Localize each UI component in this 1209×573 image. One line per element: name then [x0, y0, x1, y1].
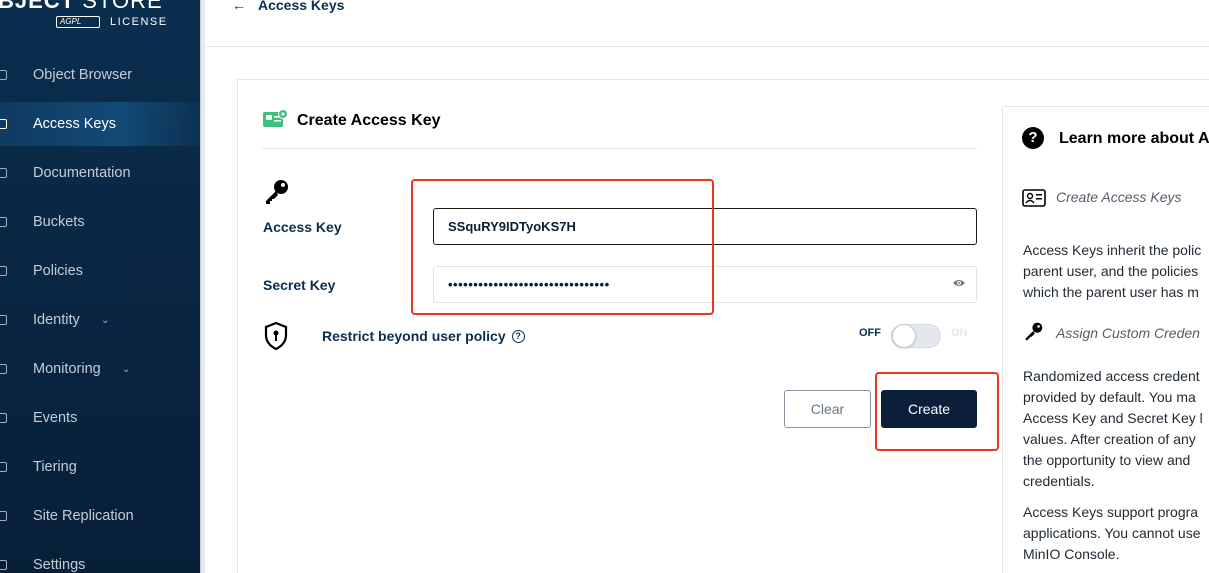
sidebar-item-label: Object Browser	[33, 67, 133, 83]
sidebar-item-identity[interactable]: Identity ⌄	[0, 298, 200, 342]
help-title: Learn more about A	[1059, 130, 1209, 147]
help-line: provided by default. You ma	[1023, 389, 1196, 405]
logo-text-thin: STORE	[82, 0, 163, 13]
sidebar-item-label: Policies	[33, 263, 83, 279]
help-paragraph-3: Access Keys support progra applications.…	[1023, 502, 1209, 565]
page-title: Create Access Key	[297, 112, 441, 129]
toggle-knob	[892, 324, 916, 348]
events-icon	[0, 410, 10, 426]
sidebar-divider	[200, 0, 205, 573]
chevron-down-icon: ⌄	[101, 314, 110, 326]
id-card-icon	[1022, 189, 1046, 207]
help-line: Access Key and Secret Key l	[1023, 410, 1203, 426]
object-browser-icon	[0, 67, 10, 83]
key-icon	[266, 180, 288, 204]
sidebar-item-site-replication[interactable]: Site Replication	[0, 494, 200, 538]
sidebar-item-label: Documentation	[33, 165, 131, 181]
create-button[interactable]: Create	[881, 390, 977, 428]
help-subheading-create: Create Access Keys	[1056, 189, 1182, 205]
arrow-left-icon: ←	[232, 0, 246, 13]
sidebar-item-label: Site Replication	[33, 508, 134, 524]
sidebar-item-documentation[interactable]: Documentation	[0, 151, 200, 195]
shield-icon	[264, 322, 288, 350]
buckets-icon	[0, 214, 10, 230]
sidebar-item-label: Identity	[33, 312, 80, 328]
sidebar: BJECT STORE AGPL LICENSE Object Browser …	[0, 0, 200, 573]
sidebar-item-events[interactable]: Events	[0, 396, 200, 440]
help-line: MinIO Console.	[1023, 546, 1120, 562]
sidebar-item-settings[interactable]: Settings	[0, 543, 200, 573]
help-line: parent user, and the policies	[1023, 263, 1199, 279]
sidebar-item-label: Settings	[33, 557, 86, 573]
back-link-label: Access Keys	[258, 0, 345, 13]
restrict-policy-text: Restrict beyond user policy	[322, 328, 506, 344]
access-key-label: Access Key	[263, 219, 342, 235]
site-replication-icon	[0, 508, 10, 524]
sidebar-item-label: Tiering	[33, 459, 77, 475]
toggle-on-label: ON	[951, 327, 968, 339]
help-line: which the parent user has m	[1023, 284, 1199, 300]
license-badge: AGPL	[56, 16, 100, 28]
tiering-icon	[0, 459, 10, 475]
toggle-off-label: OFF	[859, 327, 881, 339]
sidebar-item-policies[interactable]: Policies	[0, 249, 200, 293]
sidebar-item-label: Events	[33, 410, 78, 426]
key-icon	[1025, 322, 1043, 341]
help-paragraph-1: Access Keys inherit the polic parent use…	[1023, 240, 1209, 303]
sidebar-item-tiering[interactable]: Tiering	[0, 445, 200, 489]
help-line: Access Keys inherit the polic	[1023, 242, 1202, 258]
monitoring-icon	[0, 361, 10, 377]
sidebar-item-label: Access Keys	[33, 116, 116, 132]
help-line: applications. You cannot use	[1023, 525, 1201, 541]
secret-key-label: Secret Key	[263, 277, 336, 293]
help-line: Randomized access credent	[1023, 368, 1200, 384]
sidebar-item-buckets[interactable]: Buckets	[0, 200, 200, 244]
help-line: values. After creation of any	[1023, 431, 1196, 447]
question-circle-icon: ?	[1022, 127, 1044, 149]
form-title: Create Access Key	[262, 109, 441, 129]
logo: BJECT STORE AGPL LICENSE	[0, 0, 200, 38]
access-keys-icon	[0, 116, 10, 132]
chevron-down-icon: ⌄	[122, 363, 131, 375]
identity-icon	[0, 312, 10, 328]
license-label: LICENSE	[110, 16, 168, 28]
settings-icon	[0, 557, 10, 573]
logo-text: BJECT	[0, 0, 76, 13]
eye-icon[interactable]	[952, 278, 966, 288]
sidebar-item-monitoring[interactable]: Monitoring ⌄	[0, 347, 200, 391]
secret-key-input[interactable]	[433, 266, 977, 303]
page-header: ← Access Keys	[205, 0, 1209, 47]
help-icon[interactable]: ?	[511, 329, 525, 343]
sidebar-item-access-keys[interactable]: Access Keys	[0, 102, 200, 146]
help-subheading-custom: Assign Custom Creden	[1056, 325, 1200, 341]
policies-icon	[0, 263, 10, 279]
help-line: credentials.	[1023, 473, 1095, 489]
sidebar-item-label: Monitoring	[33, 361, 101, 377]
back-link[interactable]: ← Access Keys	[232, 0, 344, 13]
documentation-icon	[0, 165, 10, 181]
restrict-policy-toggle[interactable]	[891, 324, 941, 348]
help-line: Access Keys support progra	[1023, 504, 1199, 520]
help-paragraph-2: Randomized access credent provided by de…	[1023, 366, 1209, 492]
sidebar-item-label: Buckets	[33, 214, 85, 230]
help-line: the opportunity to view and	[1023, 452, 1191, 468]
title-divider	[262, 148, 977, 149]
access-key-input[interactable]	[433, 208, 977, 245]
clear-button[interactable]: Clear	[784, 390, 871, 428]
access-key-card-icon	[263, 109, 288, 127]
sidebar-item-object-browser[interactable]: Object Browser	[0, 53, 200, 97]
restrict-policy-label: Restrict beyond user policy ?	[322, 328, 525, 344]
